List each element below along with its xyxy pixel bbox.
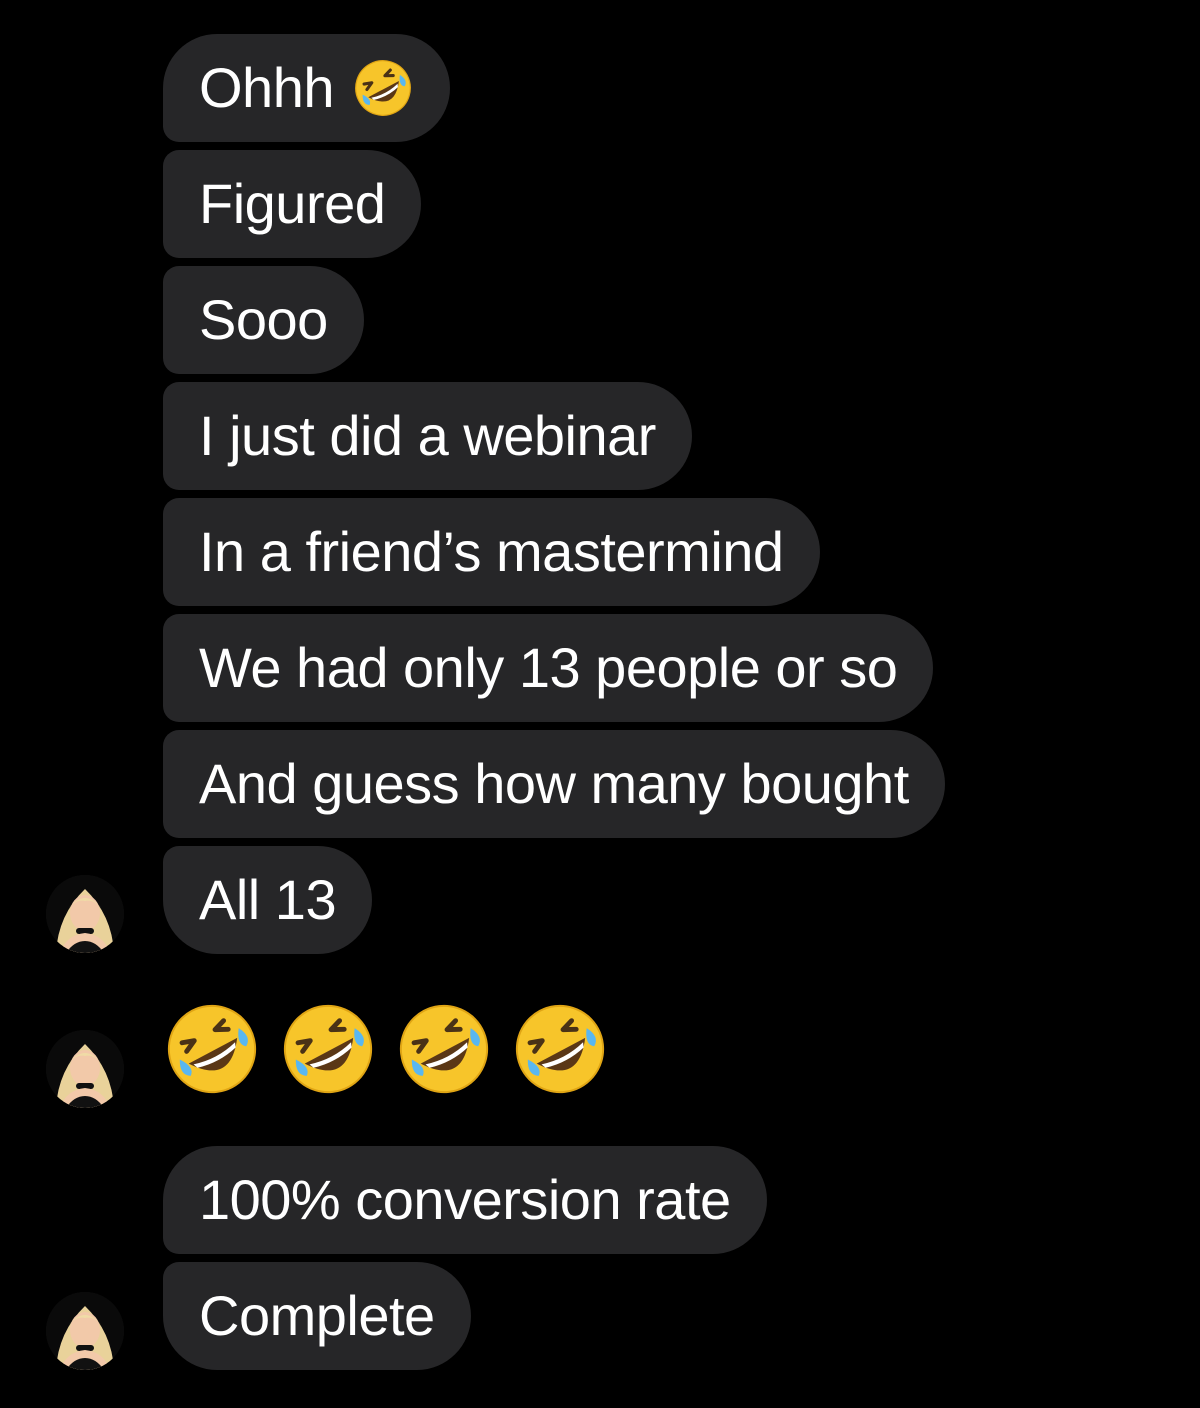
sender-avatar[interactable] xyxy=(46,1030,124,1108)
message-bubble[interactable]: In a friend’s mastermind xyxy=(163,498,820,606)
message-text: In a friend’s mastermind xyxy=(199,520,784,583)
message-text: Sooo xyxy=(199,288,328,351)
rolling-on-floor-laughing-icon xyxy=(279,1000,377,1098)
rolling-on-floor-laughing-icon xyxy=(511,1000,609,1098)
emoji-message[interactable] xyxy=(163,1000,609,1098)
message-bubble[interactable]: Ohhh xyxy=(163,34,450,142)
message-bubble[interactable]: And guess how many bought xyxy=(163,730,945,838)
message-bubble[interactable]: Sooo xyxy=(163,266,364,374)
rolling-on-floor-laughing-icon xyxy=(163,1000,261,1098)
message-text: Complete xyxy=(199,1284,435,1347)
sender-avatar[interactable] xyxy=(46,875,124,953)
sender-avatar[interactable] xyxy=(46,1292,124,1370)
message-text: 100% conversion rate xyxy=(199,1168,731,1231)
message-text: Ohhh xyxy=(199,56,335,119)
rolling-on-floor-laughing-icon xyxy=(395,1000,493,1098)
message-thread: Ohhh Figured Sooo I just did a webinar I… xyxy=(0,0,1200,1408)
message-text: All 13 xyxy=(199,868,337,931)
message-bubble[interactable]: I just did a webinar xyxy=(163,382,692,490)
message-bubble[interactable]: We had only 13 people or so xyxy=(163,614,934,722)
rolling-on-floor-laughing-icon xyxy=(352,57,414,119)
message-text: Figured xyxy=(199,172,386,235)
message-bubble[interactable]: 100% conversion rate xyxy=(163,1146,767,1254)
message-text: And guess how many bought xyxy=(199,752,909,815)
message-text: We had only 13 people or so xyxy=(199,636,898,699)
message-bubble[interactable]: Complete xyxy=(163,1262,471,1370)
message-text: I just did a webinar xyxy=(199,404,656,467)
message-bubble[interactable]: Figured xyxy=(163,150,422,258)
message-bubble[interactable]: All 13 xyxy=(163,846,373,954)
